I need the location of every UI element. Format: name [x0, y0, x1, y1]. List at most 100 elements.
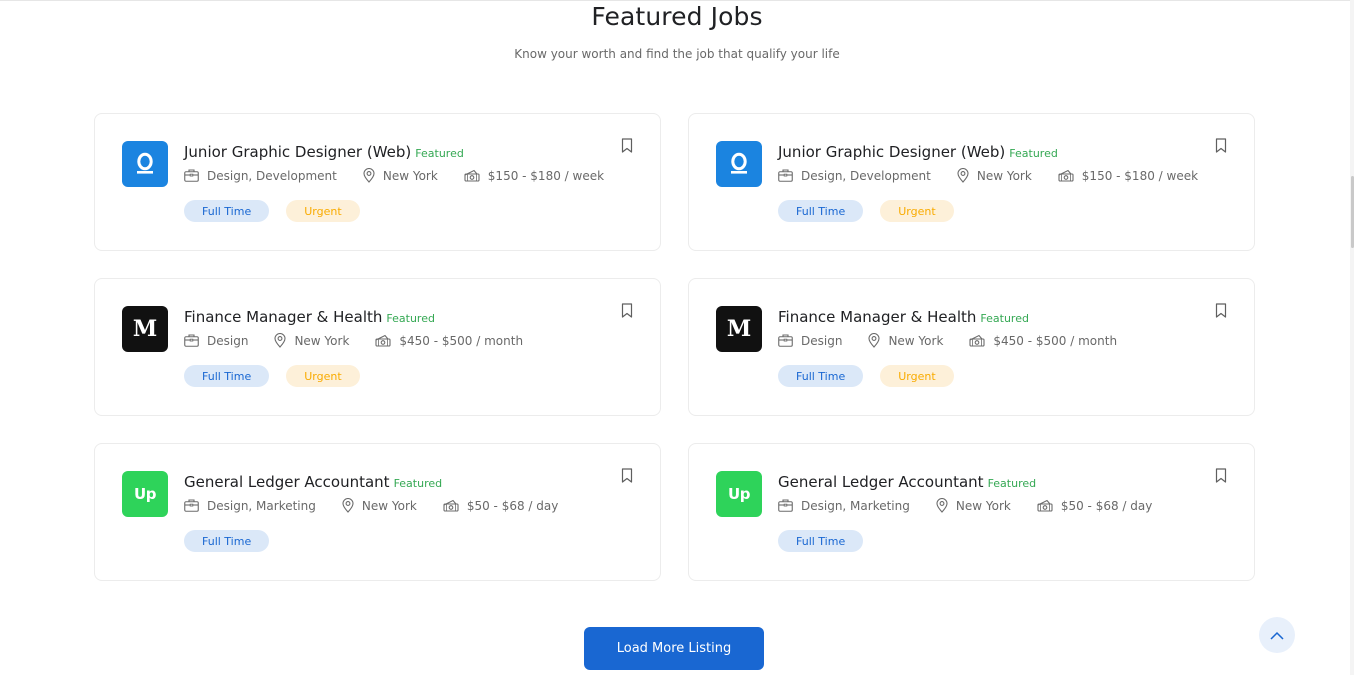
job-category: Design, Development: [778, 169, 931, 183]
company-logo: [716, 141, 762, 187]
money-icon: [464, 169, 480, 182]
job-type-tag: Full Time: [778, 365, 864, 387]
job-salary: $450 - $500 / month: [375, 334, 523, 348]
job-location-text: New York: [361, 498, 417, 513]
bookmark-button[interactable]: [621, 303, 635, 319]
map-pin-icon: [936, 498, 948, 513]
money-icon: [1037, 499, 1053, 512]
job-type-tag: Urgent: [286, 200, 360, 222]
company-logo: M: [122, 306, 168, 352]
briefcase-icon: [184, 169, 199, 182]
job-type-tag: Full Time: [184, 530, 270, 552]
job-tags: Full Time Urgent: [778, 365, 971, 387]
job-type-tag: Urgent: [286, 365, 360, 387]
job-meta: Design, Development New York $150 - $180 /…: [778, 168, 1224, 183]
job-card[interactable]: M Finance Manager & Health Featured Design N…: [688, 278, 1255, 416]
company-logo: M: [716, 306, 762, 352]
job-meta: Design New York $450 - $500 / month: [778, 333, 1143, 348]
section-title: Featured Jobs: [591, 2, 763, 31]
job-salary-text: $50 - $68 / day: [466, 498, 559, 513]
job-title-link[interactable]: Junior Graphic Designer (Web): [778, 143, 1005, 161]
job-title-row: Finance Manager & Health Featured: [778, 307, 1029, 326]
job-location: New York: [957, 168, 1032, 183]
bookmark-icon: [621, 303, 633, 318]
job-category-text: Design, Development: [207, 168, 337, 183]
job-salary: $150 - $180 / week: [464, 169, 604, 183]
job-type-tag: Full Time: [778, 200, 864, 222]
job-salary-text: $150 - $180 / week: [487, 168, 605, 183]
company-logo-letter: M: [132, 316, 158, 342]
featured-badge: Featured: [980, 312, 1029, 325]
job-title-link[interactable]: Junior Graphic Designer (Web): [184, 143, 411, 161]
job-tags: Full Time Urgent: [184, 365, 377, 387]
bookmark-icon: [1215, 303, 1227, 318]
bookmark-icon: [621, 468, 633, 483]
job-title-row: Finance Manager & Health Featured: [184, 307, 435, 326]
job-card[interactable]: Up General Ledger Accountant Featured Desig…: [688, 443, 1255, 581]
featured-badge: Featured: [987, 477, 1037, 490]
map-pin-icon: [342, 498, 354, 513]
job-card[interactable]: Up General Ledger Accountant Featured Desig…: [94, 443, 661, 581]
job-category-text: Design, Development: [801, 168, 931, 183]
job-location: New York: [363, 168, 438, 183]
money-icon: [443, 499, 459, 512]
featured-badge: Featured: [415, 147, 464, 160]
company-logo-letter: Up: [728, 485, 750, 503]
briefcase-icon: [778, 499, 793, 512]
money-icon: [969, 334, 985, 347]
job-category-text: Design: [207, 333, 249, 348]
job-category: Design: [184, 334, 248, 348]
job-card[interactable]: M Finance Manager & Health Featured Design N…: [94, 278, 661, 416]
job-title-row: General Ledger Accountant Featured: [184, 472, 442, 491]
bookmark-button[interactable]: [1215, 303, 1229, 319]
job-title-row: General Ledger Accountant Featured: [778, 472, 1036, 491]
scrollbar-track[interactable]: [1350, 0, 1354, 675]
scroll-to-top-button[interactable]: [1259, 617, 1295, 653]
job-title-row: Junior Graphic Designer (Web) Featured: [184, 142, 464, 161]
load-more-button[interactable]: Load More Listing: [584, 627, 764, 670]
bookmark-icon: [621, 138, 633, 153]
job-type-tag: Full Time: [778, 530, 864, 552]
bookmark-icon: [1215, 468, 1227, 483]
map-pin-icon: [868, 333, 880, 348]
job-type-tag: Urgent: [880, 200, 954, 222]
company-logo: Up: [716, 471, 762, 517]
job-location-text: New York: [976, 168, 1032, 183]
job-location-text: New York: [382, 168, 438, 183]
map-pin-icon: [274, 333, 286, 348]
job-salary-text: $450 - $500 / month: [993, 333, 1118, 348]
top-divider: [0, 0, 1354, 1]
job-location: New York: [936, 498, 1011, 513]
job-salary-text: $150 - $180 / week: [1081, 168, 1199, 183]
bookmark-button[interactable]: [621, 138, 635, 154]
job-salary: $50 - $68 / day: [1037, 498, 1153, 513]
job-salary: $450 - $500 / month: [969, 334, 1117, 348]
job-location-text: New York: [294, 333, 350, 348]
featured-badge: Featured: [1009, 147, 1058, 160]
bookmark-icon: [1215, 138, 1227, 153]
bookmark-button[interactable]: [1215, 468, 1229, 484]
bookmark-button[interactable]: [1215, 138, 1229, 154]
job-title-link[interactable]: Finance Manager & Health: [778, 308, 976, 326]
money-icon: [1058, 169, 1074, 182]
job-type-tag: Urgent: [880, 365, 954, 387]
job-tags: Full Time Urgent: [778, 200, 971, 222]
job-card[interactable]: Junior Graphic Designer (Web) Featured Des…: [688, 113, 1255, 251]
job-category: Design, Development: [184, 169, 337, 183]
job-card[interactable]: Junior Graphic Designer (Web) Featured Des…: [94, 113, 661, 251]
job-category-text: Design: [801, 333, 843, 348]
job-title-link[interactable]: Finance Manager & Health: [184, 308, 382, 326]
briefcase-icon: [184, 499, 199, 512]
job-title-link[interactable]: General Ledger Accountant: [778, 473, 984, 491]
job-location: New York: [342, 498, 417, 513]
job-meta: Design, Development New York $150 - $180 /…: [184, 168, 630, 183]
job-location-text: New York: [955, 498, 1011, 513]
job-meta: Design New York $450 - $500 / month: [184, 333, 549, 348]
bookmark-button[interactable]: [621, 468, 635, 484]
job-salary-text: $50 - $68 / day: [1060, 498, 1153, 513]
featured-badge: Featured: [393, 477, 443, 490]
job-category: Design: [778, 334, 842, 348]
company-logo-letter: M: [726, 316, 752, 342]
job-title-link[interactable]: General Ledger Accountant: [184, 473, 390, 491]
job-salary: $50 - $68 / day: [443, 498, 559, 513]
